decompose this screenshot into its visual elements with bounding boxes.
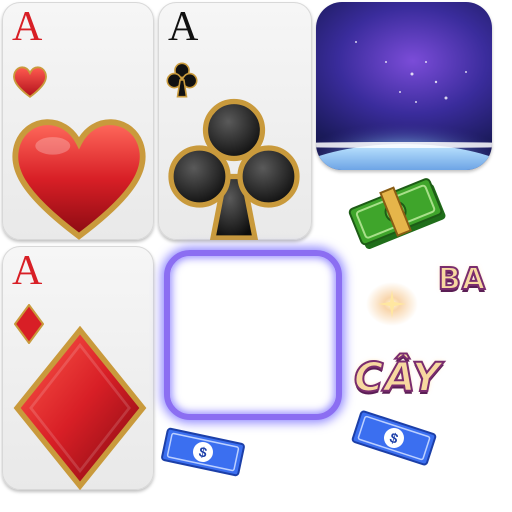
sparkle-icon [364,278,420,330]
diamond-suit-icon [10,326,150,490]
ace-of-diamonds-card: A [2,246,154,490]
club-suit-icon [158,94,310,240]
space-planet-icon [316,2,492,170]
game-title-cay: CÂY [353,354,442,402]
glow-avatar-frame [164,250,342,420]
card-rank: A [12,248,43,294]
card-rank: A [12,4,43,50]
green-cash-stack-icon [346,172,450,258]
blue-dollar-bill-icon: $ [160,426,246,478]
card-rank: A [168,4,199,50]
game-title-ba: BA [437,261,487,298]
ace-of-hearts-card: A [2,2,154,240]
heart-suit-icon [6,108,152,240]
ace-of-clubs-card: A [158,2,312,240]
heart-pip-icon [12,64,48,98]
blue-dollar-bill-icon: $ [350,408,438,468]
